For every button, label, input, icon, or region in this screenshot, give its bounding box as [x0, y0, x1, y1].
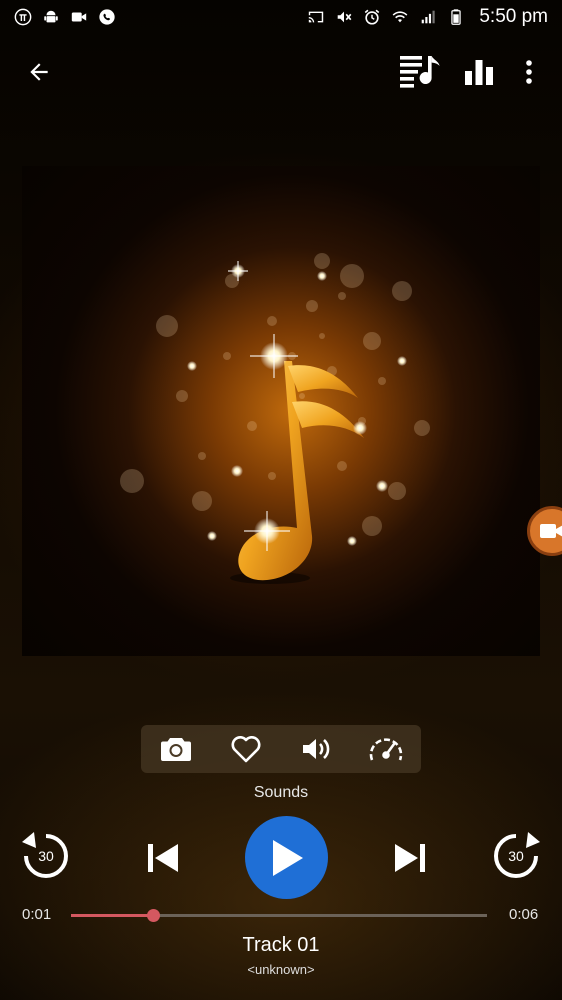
signal-icon [419, 8, 437, 26]
camera-icon [161, 738, 191, 761]
mute-icon [335, 8, 353, 26]
seek-bar-thumb[interactable] [146, 909, 160, 922]
current-time: 0:01 [22, 906, 52, 923]
volume-icon [303, 739, 330, 759]
forward-seconds: 30 [508, 848, 524, 864]
skip-next-icon [395, 844, 425, 872]
cast-icon [307, 8, 325, 26]
forward-30-button[interactable]: 30 [490, 830, 542, 882]
music-player-screen: 5:50 pm Sounds 30 30 0:01 0:06 Track 01 … [0, 0, 562, 1000]
playlist-icon [400, 56, 440, 88]
back-button[interactable] [18, 51, 60, 93]
equalizer-button[interactable] [458, 51, 500, 93]
equalizer-icon [465, 60, 493, 85]
track-title: Track 01 [242, 934, 320, 956]
status-right-icons: 5:50 pm [307, 6, 548, 28]
playback-controls: 30 30 [0, 812, 562, 904]
next-track-button[interactable] [390, 840, 430, 876]
rewind-30-button[interactable]: 30 [20, 830, 72, 882]
volume-button[interactable] [292, 727, 340, 771]
seek-bar-fill [71, 914, 153, 917]
status-bar: 5:50 pm [0, 0, 562, 34]
more-options-button[interactable] [514, 51, 544, 93]
screenshot-button[interactable] [152, 727, 200, 771]
pi-icon [14, 8, 32, 26]
favorite-button[interactable] [222, 727, 270, 771]
playlist-button[interactable] [396, 51, 444, 93]
play-icon [272, 839, 303, 876]
playback-speed-button[interactable] [362, 727, 410, 771]
album-artwork [22, 166, 540, 656]
play-button[interactable] [245, 816, 328, 899]
arrow-back-icon [30, 63, 48, 81]
skip-previous-icon [148, 844, 178, 872]
alarm-icon [363, 8, 381, 26]
speed-icon [369, 738, 403, 761]
video-camera-icon [540, 524, 562, 538]
heart-icon [231, 736, 261, 763]
wifi-icon [391, 8, 409, 26]
rewind-seconds: 30 [38, 848, 54, 864]
previous-track-button[interactable] [143, 840, 183, 876]
music-note-icon [120, 253, 430, 584]
more-vert-icon [526, 60, 532, 84]
status-left-icons [14, 8, 116, 26]
video-call-icon [70, 8, 88, 26]
app-bar [0, 44, 562, 100]
android-icon [42, 8, 60, 26]
app-bar-actions [396, 51, 544, 93]
seek-bar[interactable] [71, 909, 487, 922]
status-clock: 5:50 pm [479, 6, 548, 27]
whatsapp-icon [98, 8, 116, 26]
action-bar-label: Sounds [253, 784, 309, 801]
total-time: 0:06 [509, 906, 539, 923]
track-artist: <unknown> [247, 962, 315, 977]
battery-icon [447, 8, 465, 26]
action-bar [141, 725, 421, 773]
